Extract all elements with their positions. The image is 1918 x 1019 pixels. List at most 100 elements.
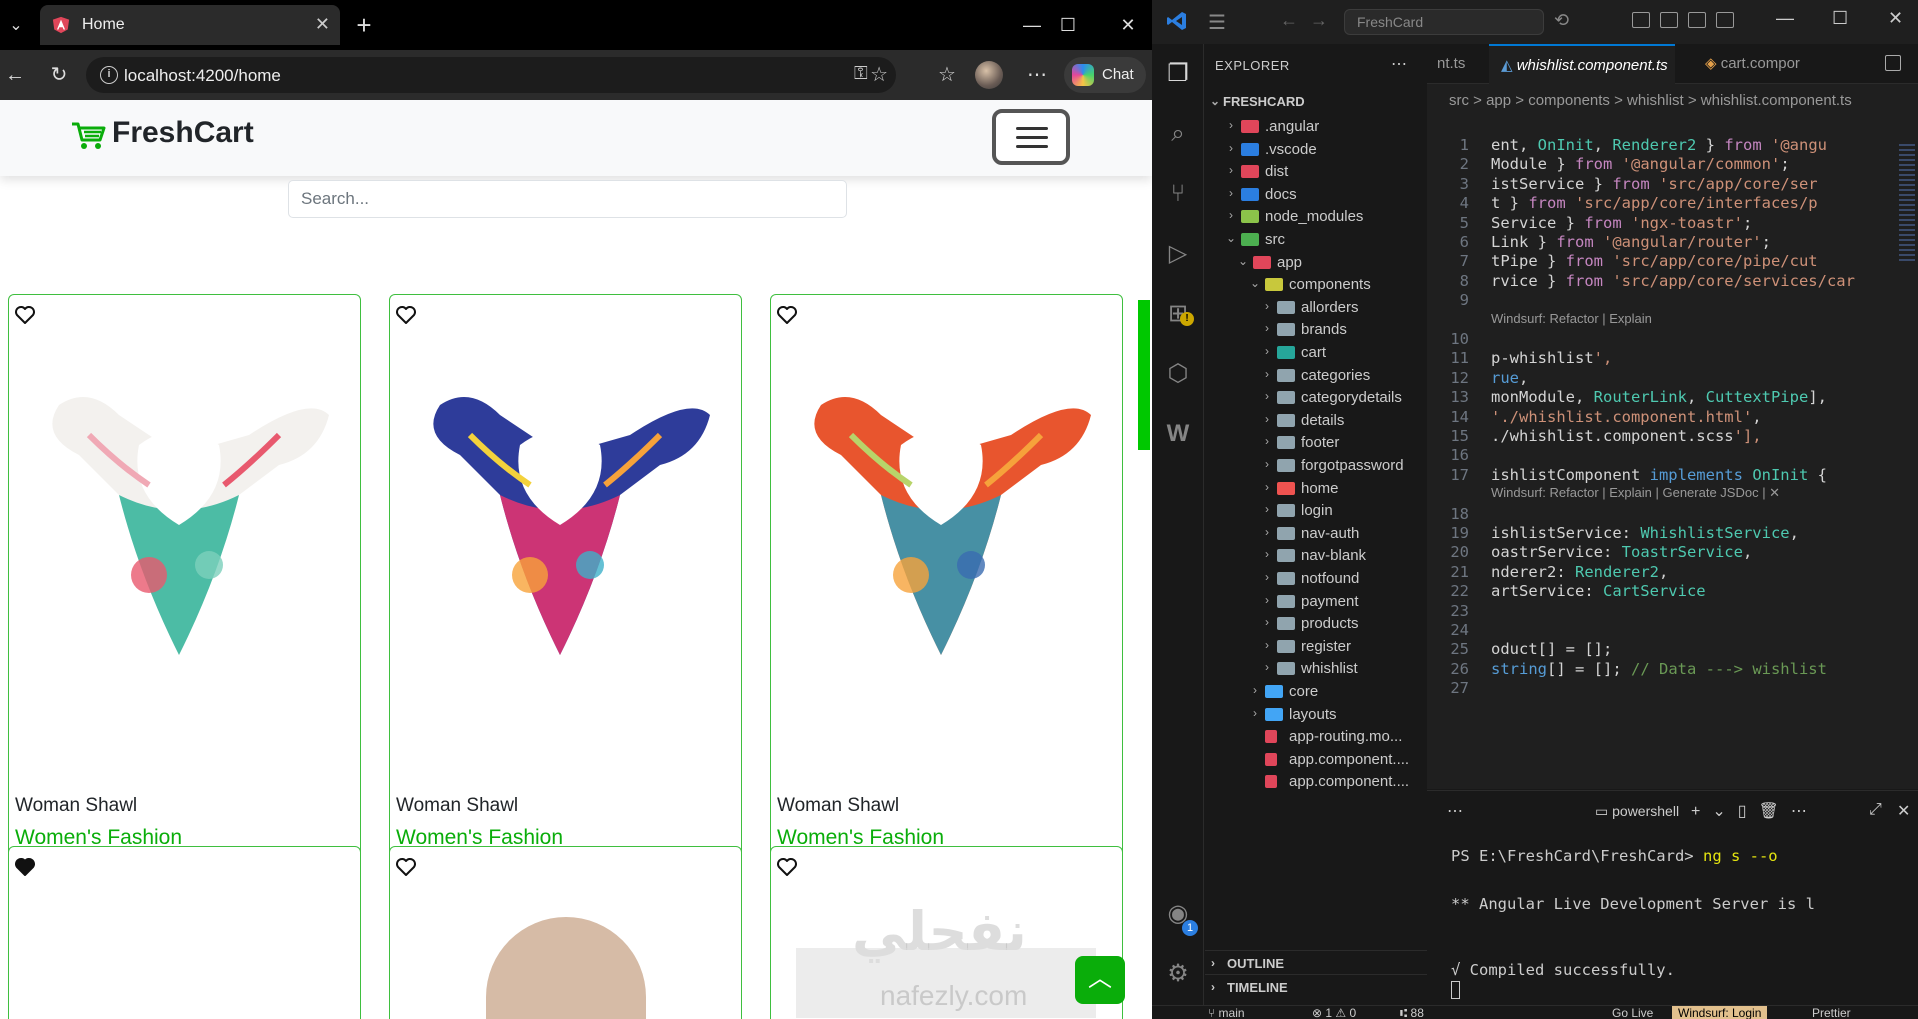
tree-folder[interactable]: › categorydetails — [1205, 386, 1427, 410]
tree-file[interactable]: app.component.... — [1205, 770, 1427, 794]
search-input[interactable] — [288, 180, 847, 218]
wishlist-heart-icon[interactable] — [394, 303, 418, 327]
product-name[interactable]: Woman Shawl — [777, 795, 899, 817]
reload-icon[interactable]: ↻ — [46, 62, 72, 88]
split-editor-icon[interactable] — [1885, 55, 1901, 71]
terminal-shell-label[interactable]: ▭ powershell — [1595, 803, 1679, 820]
tree-folder[interactable]: › notfound — [1205, 567, 1427, 591]
tree-folder[interactable]: › dist — [1205, 160, 1427, 184]
favorites-icon[interactable]: ☆ — [934, 62, 960, 88]
scroll-to-top-button[interactable]: ︿ — [1075, 956, 1125, 1004]
favorite-star-icon[interactable]: ☆ — [870, 62, 888, 87]
product-image[interactable] — [29, 375, 341, 687]
tree-file[interactable]: app.component.... — [1205, 748, 1427, 772]
brand-name[interactable]: FreshCart — [112, 116, 254, 150]
tab-home[interactable]: Home ✕ — [40, 5, 340, 45]
product-card[interactable] — [389, 846, 742, 1019]
toggle-sidebar-icon[interactable] — [1660, 12, 1678, 28]
tree-folder[interactable]: › core — [1205, 680, 1427, 704]
nav-back-icon[interactable]: ← — [1280, 10, 1298, 31]
branch-item[interactable]: ⑂ main — [1208, 1006, 1245, 1019]
tree-folder[interactable]: › .angular — [1205, 115, 1427, 139]
explorer-files-icon[interactable]: ❐ — [1164, 60, 1192, 88]
tree-folder[interactable]: › products — [1205, 612, 1427, 636]
tree-folder[interactable]: › categories — [1205, 364, 1427, 388]
profile-avatar[interactable] — [975, 61, 1003, 89]
close-window-icon[interactable]: ✕ — [1108, 12, 1148, 38]
wishlist-heart-icon[interactable] — [394, 855, 418, 879]
minimize-icon[interactable]: — — [1012, 12, 1052, 38]
address-bar[interactable]: i localhost:4200/home ⚿ ☆ — [86, 57, 896, 93]
product-image[interactable] — [791, 375, 1103, 687]
tree-folder[interactable]: › brands — [1205, 318, 1427, 342]
ports-item[interactable]: ⑆ 88 — [1400, 1006, 1424, 1019]
toggle-secondary-sidebar-icon[interactable] — [1716, 12, 1734, 28]
tab-close-icon[interactable]: ✕ — [315, 14, 330, 35]
close-panel-icon[interactable]: ✕ — [1897, 801, 1910, 821]
project-root[interactable]: ⌄ FRESHCARD — [1205, 91, 1427, 115]
source-control-icon[interactable]: ⑂ — [1164, 180, 1192, 208]
product-image[interactable] — [410, 375, 722, 687]
wishlist-heart-icon[interactable] — [13, 855, 37, 879]
tree-folder[interactable]: › register — [1205, 635, 1427, 659]
search-icon[interactable]: ⌕ — [1164, 120, 1192, 148]
tree-file[interactable]: app-routing.mo... — [1205, 725, 1427, 749]
copilot-chat-button[interactable]: Chat — [1064, 57, 1146, 93]
tree-folder[interactable]: › payment — [1205, 590, 1427, 614]
product-name[interactable]: Woman Shawl — [15, 795, 137, 817]
vscode-maximize-icon[interactable]: ☐ — [1832, 8, 1848, 29]
nav-forward-icon[interactable]: → — [1310, 10, 1328, 31]
codelens[interactable]: Windsurf: Refactor | Explain — [1491, 311, 1652, 326]
codelens[interactable]: Windsurf: Refactor | Explain | Generate … — [1491, 485, 1780, 501]
manage-gear-icon[interactable]: ⚙ — [1164, 960, 1192, 988]
maximize-panel-icon[interactable]: ⤢ — [1869, 801, 1882, 819]
windsurf-login-item[interactable]: Windsurf: Login — [1672, 1006, 1768, 1019]
tree-folder[interactable]: › node_modules — [1205, 205, 1427, 229]
tree-folder[interactable]: › details — [1205, 409, 1427, 433]
vscode-minimize-icon[interactable]: — — [1776, 8, 1794, 29]
tree-folder[interactable]: › nav-auth — [1205, 522, 1427, 546]
navbar-toggle-button[interactable] — [992, 109, 1070, 165]
terminal-actions[interactable]: +⌄▯🗑⋯ — [1691, 801, 1819, 821]
product-image[interactable] — [486, 917, 646, 1019]
maximize-icon[interactable]: ☐ — [1048, 12, 1088, 38]
back-icon[interactable]: ← — [2, 62, 28, 88]
terminal-panel[interactable]: ⋯ ▭ powershell +⌄▯🗑⋯ ⤢ ✕ PS E:\FreshCard… — [1427, 790, 1918, 1005]
tree-folder[interactable]: › layouts — [1205, 703, 1427, 727]
more-menu-icon[interactable]: ⋯ — [1024, 62, 1050, 88]
tree-folder[interactable]: ⌄ components — [1205, 273, 1427, 297]
tree-folder[interactable]: › allorders — [1205, 296, 1427, 320]
new-tab-icon[interactable]: + — [348, 10, 380, 42]
tree-folder[interactable]: › cart — [1205, 341, 1427, 365]
product-name[interactable]: Woman Shawl — [396, 795, 518, 817]
tree-folder[interactable]: › docs — [1205, 183, 1427, 207]
wishlist-heart-icon[interactable] — [13, 303, 37, 327]
menu-icon[interactable]: ☰ — [1208, 10, 1226, 35]
vscode-close-icon[interactable]: ✕ — [1888, 8, 1903, 29]
windsurf-icon[interactable]: W — [1164, 420, 1192, 448]
editor-tab-whishlist[interactable]: ◭ whishlist.component.ts — [1489, 44, 1675, 84]
password-key-icon[interactable]: ⚿ — [854, 63, 868, 84]
tree-folder[interactable]: ⌄ src — [1205, 228, 1427, 252]
wishlist-heart-icon[interactable] — [775, 303, 799, 327]
toggle-panel-icon[interactable] — [1688, 12, 1706, 28]
wishlist-heart-icon[interactable] — [775, 855, 799, 879]
product-card[interactable] — [8, 846, 361, 1019]
copilot-status-icon[interactable]: ⟲ — [1554, 10, 1569, 31]
layout-icon[interactable] — [1632, 12, 1650, 28]
page-scrollbar-thumb[interactable] — [1138, 300, 1150, 450]
minimap[interactable] — [1899, 144, 1915, 264]
cart-logo-icon[interactable] — [70, 120, 106, 152]
go-live-item[interactable]: Go Live — [1612, 1006, 1653, 1019]
tree-folder[interactable]: › footer — [1205, 431, 1427, 455]
editor-tab-0[interactable]: nt.ts — [1427, 44, 1487, 84]
explorer-more-icon[interactable]: ⋯ — [1391, 54, 1407, 74]
breadcrumb[interactable]: src > app > components > whishlist > whi… — [1449, 92, 1852, 109]
tree-folder[interactable]: › whishlist — [1205, 657, 1427, 681]
tree-folder[interactable]: ⌄ app — [1205, 251, 1427, 275]
tree-folder[interactable]: › login — [1205, 499, 1427, 523]
command-center[interactable]: FreshCard — [1344, 9, 1544, 35]
tab-list-dropdown-icon[interactable]: ⌄ — [4, 14, 28, 38]
outline-section[interactable]: › OUTLINE — [1205, 950, 1427, 974]
tree-folder[interactable]: › forgotpassword — [1205, 454, 1427, 478]
